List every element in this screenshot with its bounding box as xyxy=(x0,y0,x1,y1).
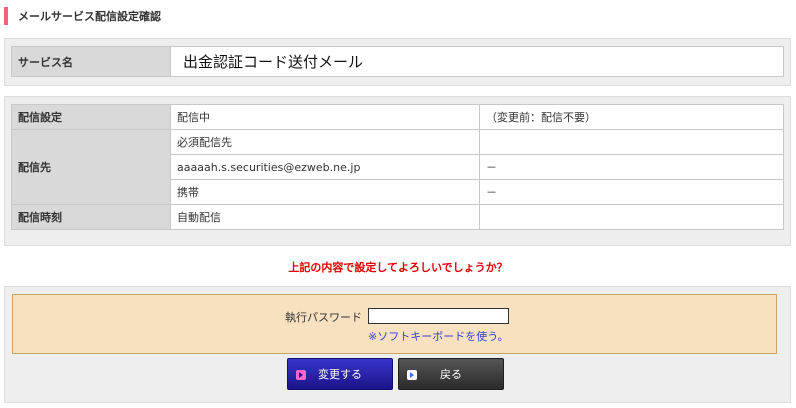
delivery-dest-before: － xyxy=(479,154,784,180)
delivery-setting-value: 配信中 xyxy=(170,104,480,130)
back-button-label: 戻る xyxy=(440,368,462,381)
table-row: 配信先 必須配信先 xyxy=(11,129,784,205)
password-label: 執行パスワード xyxy=(285,311,362,324)
delivery-panel: 配信設定 配信中 （変更前：配信不要） 配信先 必須配信先 aaaaah.s.s… xyxy=(4,96,791,246)
soft-keyboard-link[interactable]: ※ソフトキーボードを使う。 xyxy=(368,328,509,344)
delivery-dest-value: 必須配信先 xyxy=(170,129,480,155)
delivery-dest-before: － xyxy=(479,179,784,205)
delivery-table: 配信設定 配信中 （変更前：配信不要） 配信先 必須配信先 aaaaah.s.s… xyxy=(11,104,784,230)
delivery-time-before xyxy=(479,204,784,230)
arrow-right-icon xyxy=(407,370,417,380)
delivery-dest-value: 携帯 xyxy=(170,179,480,205)
delivery-dest-label: 配信先 xyxy=(11,129,171,205)
password-box: 執行パスワード ※ソフトキーボードを使う。 xyxy=(12,294,777,354)
delivery-dest-value: aaaaah.s.securities@ezweb.ne.jp xyxy=(170,154,480,180)
page-header: メールサービス配信設定確認 xyxy=(4,6,161,26)
change-button[interactable]: 変更する xyxy=(287,358,393,390)
service-row: サービス名 出金認証コード送付メール xyxy=(11,46,784,77)
delivery-dest-before xyxy=(479,129,784,155)
header-accent-bar xyxy=(4,7,8,25)
table-row: 配信設定 配信中 （変更前：配信不要） xyxy=(11,104,784,130)
back-button[interactable]: 戻る xyxy=(398,358,504,390)
table-row: 配信時刻 自動配信 xyxy=(11,204,784,230)
service-table: サービス名 出金認証コード送付メール xyxy=(11,46,784,77)
service-panel: サービス名 出金認証コード送付メール xyxy=(4,38,791,86)
delivery-setting-label: 配信設定 xyxy=(11,104,171,130)
delivery-setting-before: （変更前：配信不要） xyxy=(479,104,784,130)
change-button-label: 変更する xyxy=(318,368,362,381)
service-name-label: サービス名 xyxy=(11,46,171,77)
page-title: メールサービス配信設定確認 xyxy=(18,10,161,23)
arrow-right-icon xyxy=(296,370,306,380)
password-input[interactable] xyxy=(368,308,509,324)
confirm-message: 上記の内容で設定してよろしいでしょうか？ xyxy=(288,261,508,274)
delivery-time-label: 配信時刻 xyxy=(11,204,171,230)
service-name-value: 出金認証コード送付メール xyxy=(170,46,784,77)
delivery-time-value: 自動配信 xyxy=(170,204,480,230)
